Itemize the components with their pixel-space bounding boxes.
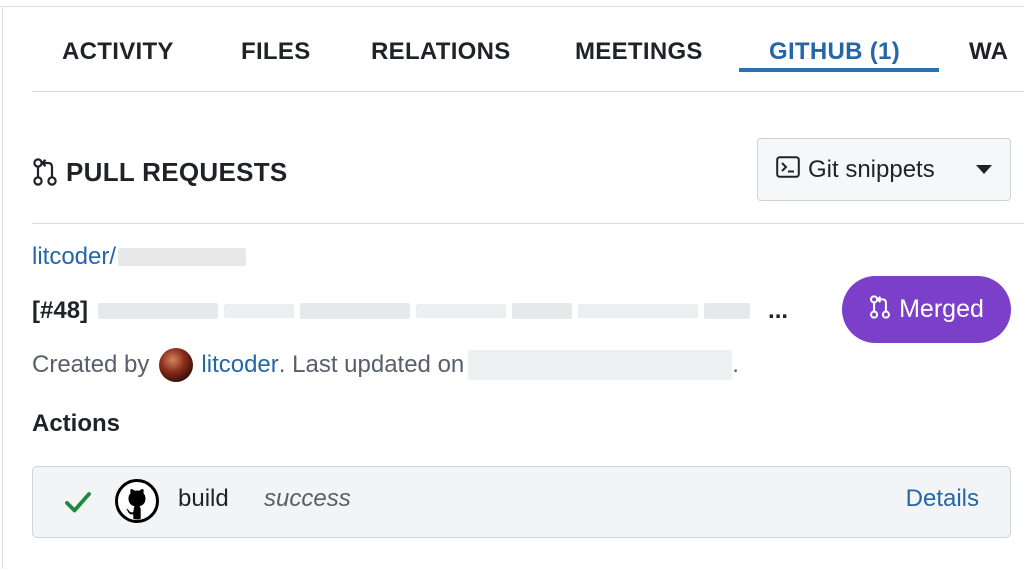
git-snippets-dropdown[interactable]: Git snippets — [757, 138, 1011, 201]
meta-period: . — [732, 351, 739, 378]
pr-meta-line: Created by litcoder . Last updated on . — [32, 348, 739, 382]
author-link[interactable]: litcoder — [201, 351, 278, 379]
details-link[interactable]: Details — [906, 485, 979, 513]
created-by-label: Created by — [32, 351, 150, 378]
pull-requests-header: PULL REQUESTS — [32, 152, 288, 192]
action-name: build — [178, 485, 229, 512]
pr-repo-line: litcoder/ — [32, 242, 247, 272]
tab-github[interactable]: GITHUB (1) — [769, 20, 900, 91]
action-status: success — [264, 485, 351, 512]
pr-number: [#48] — [32, 297, 89, 324]
tab-files[interactable]: FILES — [241, 20, 311, 91]
check-icon — [63, 487, 93, 517]
tab-relations[interactable]: RELATIONS — [371, 20, 511, 91]
tab-wa[interactable]: WA — [969, 20, 1008, 91]
github-icon — [115, 479, 159, 523]
tab-bar: ACTIVITY FILES RELATIONS MEETINGS GITHUB… — [32, 20, 1024, 92]
section-title: PULL REQUESTS — [66, 156, 288, 187]
frame-top-border — [0, 6, 1024, 7]
last-updated-label: . Last updated on — [278, 351, 465, 378]
git-snippets-label: Git snippets — [808, 155, 935, 183]
merged-status-badge: Merged — [842, 276, 1011, 343]
active-tab-indicator — [739, 68, 939, 72]
redacted-updated-date — [468, 350, 733, 380]
repo-link[interactable]: litcoder/ — [32, 243, 116, 271]
merged-icon — [869, 294, 891, 325]
redacted-repo-name — [118, 248, 247, 266]
section-divider — [32, 223, 1024, 224]
actions-title: Actions — [32, 410, 121, 437]
pull-request-icon — [32, 157, 58, 187]
redacted-pr-title[interactable] — [98, 302, 762, 320]
pr-title-ellipsis: ... — [768, 297, 789, 324]
chevron-down-icon — [976, 165, 992, 174]
terminal-icon — [776, 156, 800, 183]
frame-left-border — [2, 6, 3, 569]
tab-meetings[interactable]: MEETINGS — [575, 20, 703, 91]
action-row: build success Details — [32, 466, 1011, 538]
merged-label: Merged — [899, 295, 984, 323]
pr-title-line: [#48] ... — [32, 296, 788, 326]
avatar — [159, 348, 194, 382]
tab-activity[interactable]: ACTIVITY — [62, 20, 174, 91]
